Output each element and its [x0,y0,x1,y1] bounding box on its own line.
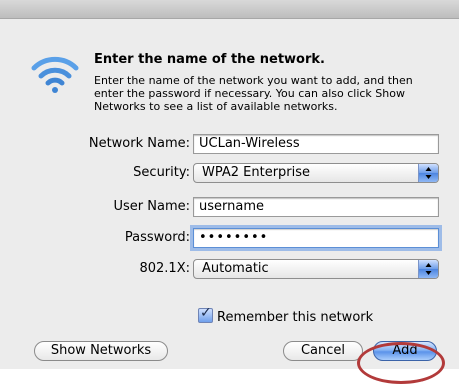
dialog-description: Enter the name of the network you want t… [94,74,444,113]
popup-arrows-icon [418,164,438,182]
cancel-button[interactable]: Cancel [283,341,363,361]
add-network-dialog: Enter the name of the network. Enter the… [0,19,459,384]
up-down-arrows-icon [425,167,432,179]
eap-value: Automatic [202,261,269,276]
eap-label: 802.1X: [139,261,190,276]
description-line: enter the password if necessary. You can… [94,87,405,100]
network-name-label: Network Name: [88,136,190,151]
checkmark-icon: ✓ [200,305,212,321]
popup-arrows-icon [418,260,438,278]
highlight-circle [357,342,445,384]
user-name-field[interactable]: username [193,197,439,217]
dialog-heading: Enter the name of the network. [94,52,325,67]
eap-popup[interactable]: Automatic [193,259,439,279]
remember-network-row[interactable]: ✓ Remember this network [198,305,374,325]
network-name-field[interactable]: UCLan-Wireless [193,134,439,154]
window-titlebar [0,0,459,19]
security-popup[interactable]: WPA2 Enterprise [193,163,439,183]
security-label: Security: [133,165,190,180]
description-line: Networks to see a list of available netw… [94,100,338,113]
password-field[interactable]: •••••••• [193,228,439,248]
remember-network-checkbox[interactable]: ✓ [198,305,213,323]
description-line: Enter the name of the network you want t… [94,74,413,87]
wifi-icon [31,56,79,93]
show-networks-button[interactable]: Show Networks [34,341,168,361]
up-down-arrows-icon [425,263,432,275]
password-label: Password: [124,230,190,245]
security-value: WPA2 Enterprise [202,165,311,180]
user-name-label: User Name: [113,199,191,214]
remember-network-label: Remember this network [217,310,374,325]
